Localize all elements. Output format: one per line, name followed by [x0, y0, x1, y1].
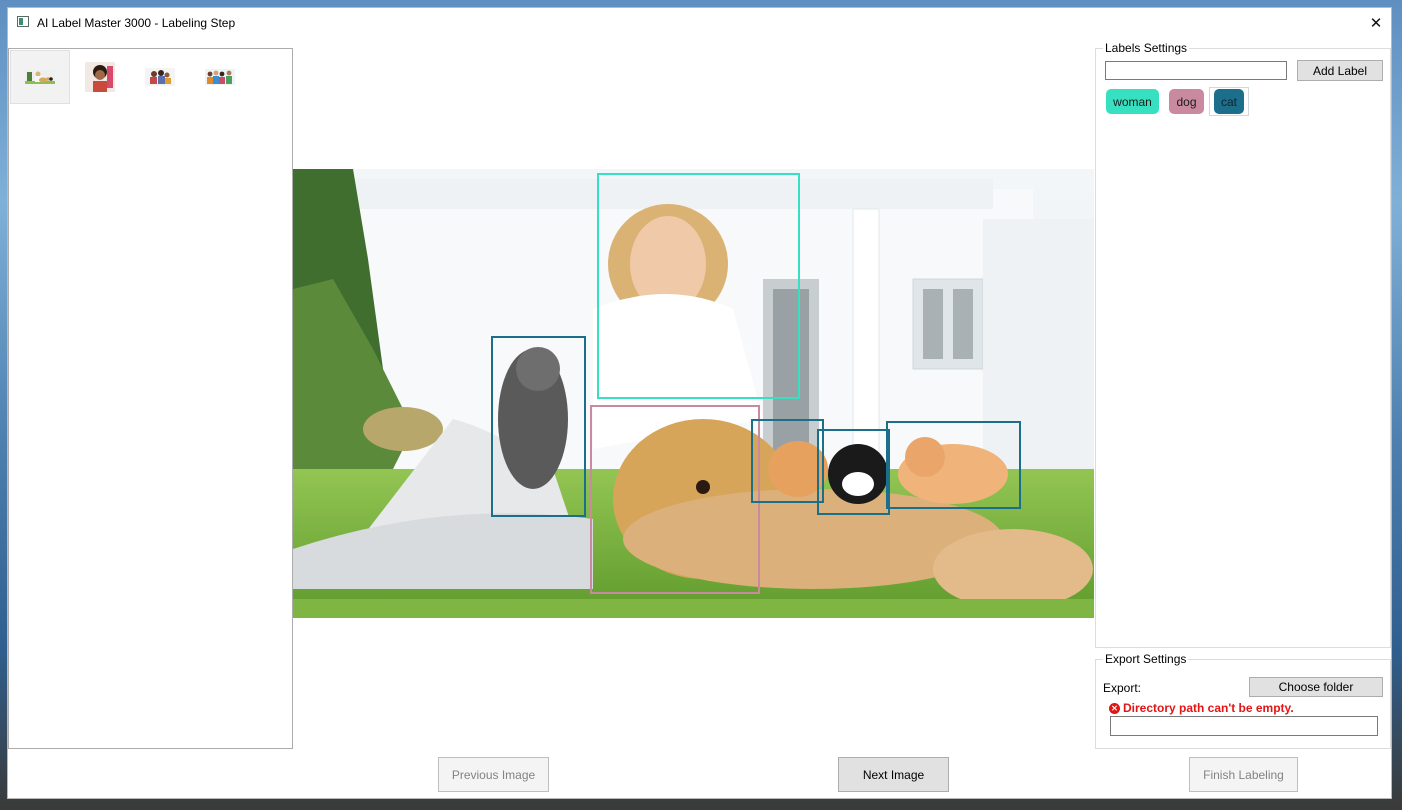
thumbnail-image — [25, 70, 55, 84]
window-title: AI Label Master 3000 - Labeling Step — [37, 16, 236, 30]
bounding-box-woman[interactable] — [597, 173, 800, 399]
thumbnail-item-3[interactable] — [130, 50, 190, 104]
finish-labeling-button[interactable]: Finish Labeling — [1189, 757, 1298, 792]
bounding-box-cat[interactable] — [886, 421, 1021, 509]
directory-path-input[interactable] — [1110, 716, 1378, 736]
labels-settings-title: Labels Settings — [1103, 41, 1190, 55]
next-image-button[interactable]: Next Image — [838, 757, 949, 792]
title-bar: AI Label Master 3000 - Labeling Step ✕ — [8, 8, 1391, 39]
validation-error: ✕ Directory path can't be empty. — [1109, 701, 1294, 715]
error-icon: ✕ — [1109, 702, 1120, 714]
bounding-box-dog[interactable] — [590, 405, 760, 594]
add-label-button[interactable]: Add Label — [1297, 60, 1383, 81]
export-settings-panel: Export Settings Export: Choose folder ✕ … — [1095, 652, 1391, 749]
bounding-box-cat[interactable] — [817, 429, 890, 515]
choose-folder-button[interactable]: Choose folder — [1249, 677, 1383, 697]
thumbnail-image — [205, 69, 235, 85]
thumbnail-image — [85, 62, 115, 92]
thumbnail-item-4[interactable] — [190, 50, 250, 104]
label-chip-dog[interactable]: dog — [1169, 89, 1204, 114]
label-chip-cat[interactable]: cat — [1214, 89, 1244, 114]
bounding-box-cat[interactable] — [751, 419, 824, 503]
bounding-box-cat[interactable] — [491, 336, 586, 517]
labels-settings-panel: Labels Settings Add Label woman dog cat — [1095, 41, 1391, 648]
new-label-input[interactable] — [1105, 61, 1287, 80]
error-message: Directory path can't be empty. — [1123, 701, 1294, 715]
close-button[interactable]: ✕ — [1361, 8, 1391, 38]
thumbnail-panel — [8, 48, 293, 749]
thumbnail-item-1[interactable] — [10, 50, 70, 104]
label-chip-woman[interactable]: woman — [1106, 89, 1159, 114]
app-icon — [17, 16, 29, 27]
previous-image-button[interactable]: Previous Image — [438, 757, 549, 792]
app-window: AI Label Master 3000 - Labeling Step ✕ L… — [7, 7, 1392, 799]
export-label: Export: — [1103, 681, 1142, 695]
thumbnail-item-2[interactable] — [70, 50, 130, 104]
thumbnail-image — [145, 68, 175, 86]
export-settings-title: Export Settings — [1103, 652, 1189, 666]
labeling-canvas[interactable] — [293, 169, 1094, 618]
